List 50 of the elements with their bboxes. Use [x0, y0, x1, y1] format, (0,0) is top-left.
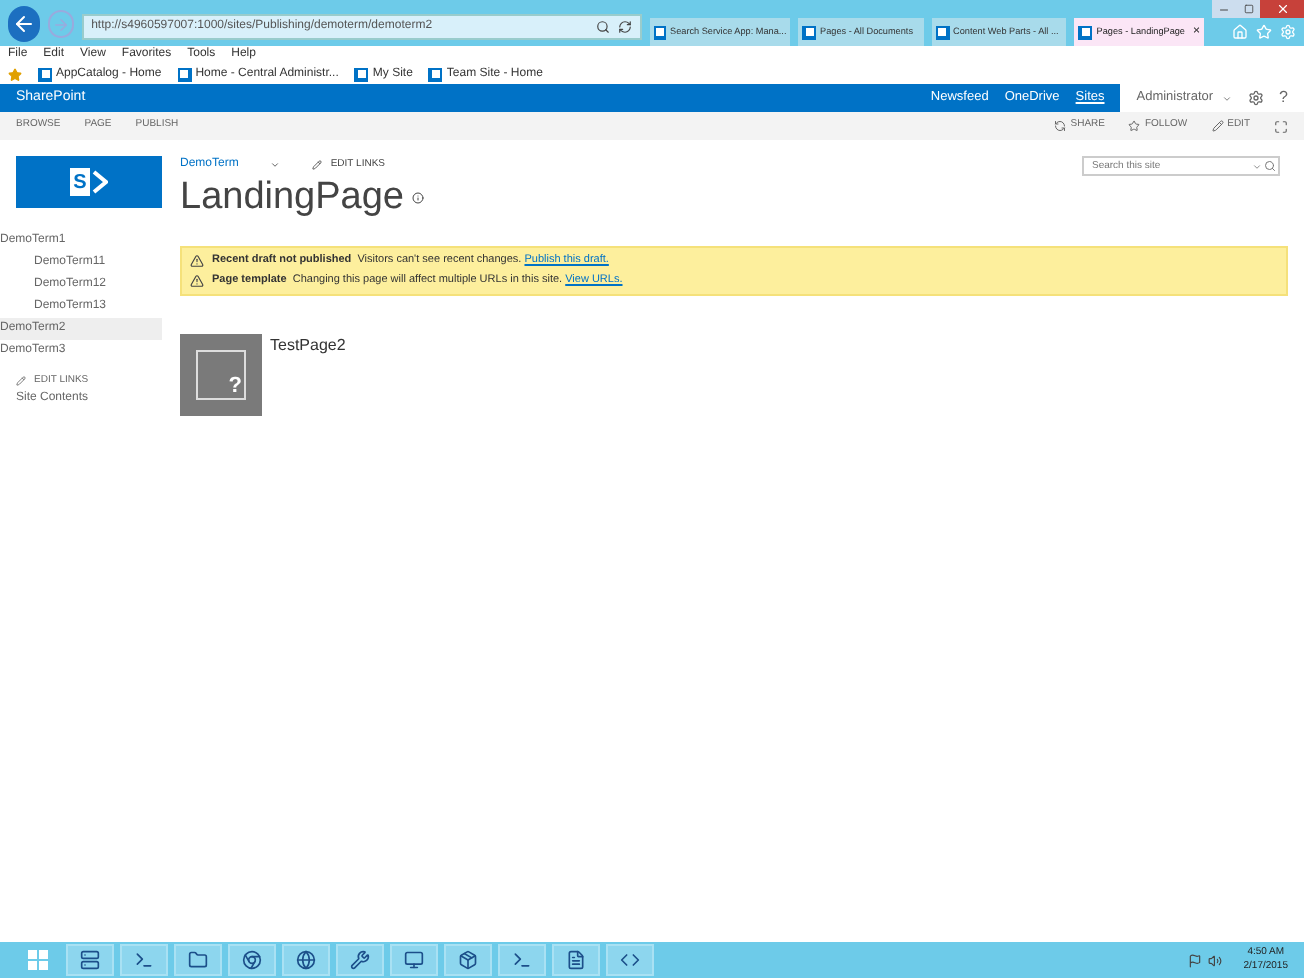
site-logo[interactable]: S — [16, 156, 162, 208]
back-button[interactable] — [8, 6, 40, 42]
search-icon[interactable] — [1264, 160, 1276, 172]
tile-title[interactable]: TestPage2 — [270, 334, 346, 416]
package-icon[interactable] — [444, 944, 492, 976]
chevron-icon — [92, 170, 108, 194]
caret-icon[interactable] — [270, 160, 281, 170]
browser-icon[interactable] — [282, 944, 330, 976]
restore-button[interactable] — [1236, 0, 1260, 18]
flag-icon[interactable] — [1187, 953, 1202, 967]
visual-studio-icon[interactable] — [606, 944, 654, 976]
logo-letter: S — [70, 168, 90, 196]
share-icon — [1054, 120, 1067, 132]
pencil-icon — [1211, 120, 1224, 132]
forward-arrow-icon — [51, 15, 70, 33]
favorites-star-icon[interactable] — [8, 67, 22, 81]
sharepoint-icon — [1078, 25, 1093, 39]
sharepoint-icon — [802, 25, 817, 39]
warning-icon — [190, 274, 204, 288]
powershell-icon[interactable] — [120, 944, 168, 976]
help-button[interactable]: ? — [1279, 86, 1288, 110]
page-title: LandingPage — [180, 174, 404, 222]
folder-icon[interactable] — [174, 944, 222, 976]
focus-icon[interactable] — [1274, 119, 1288, 133]
tools-icon[interactable] — [336, 944, 384, 976]
command-prompt-icon[interactable] — [390, 944, 438, 976]
speaker-icon[interactable] — [1207, 953, 1222, 967]
star-icon — [1128, 120, 1141, 132]
info-icon[interactable] — [412, 192, 424, 204]
warning-icon — [190, 254, 204, 268]
server-manager-icon[interactable] — [66, 944, 114, 976]
minimize-icon — [1218, 3, 1230, 15]
close-button[interactable] — [1260, 0, 1304, 18]
caret-icon — [1252, 161, 1262, 171]
back-arrow-icon — [11, 12, 36, 36]
question-mark: ? — [228, 376, 242, 398]
caret-icon — [1221, 93, 1232, 103]
console-icon[interactable] — [498, 944, 546, 976]
sharepoint-icon — [654, 25, 667, 39]
close-icon — [1275, 2, 1289, 16]
star-icon[interactable] — [1256, 24, 1272, 40]
pencil-icon — [16, 376, 26, 386]
search-icon[interactable] — [596, 20, 611, 34]
refresh-icon[interactable] — [618, 20, 633, 34]
pencil-icon — [312, 160, 323, 170]
sharepoint-icon — [935, 25, 950, 39]
settings-icon[interactable] — [1247, 90, 1264, 106]
restore-icon — [1243, 4, 1253, 14]
document-icon[interactable] — [552, 944, 600, 976]
chrome-icon[interactable] — [228, 944, 276, 976]
